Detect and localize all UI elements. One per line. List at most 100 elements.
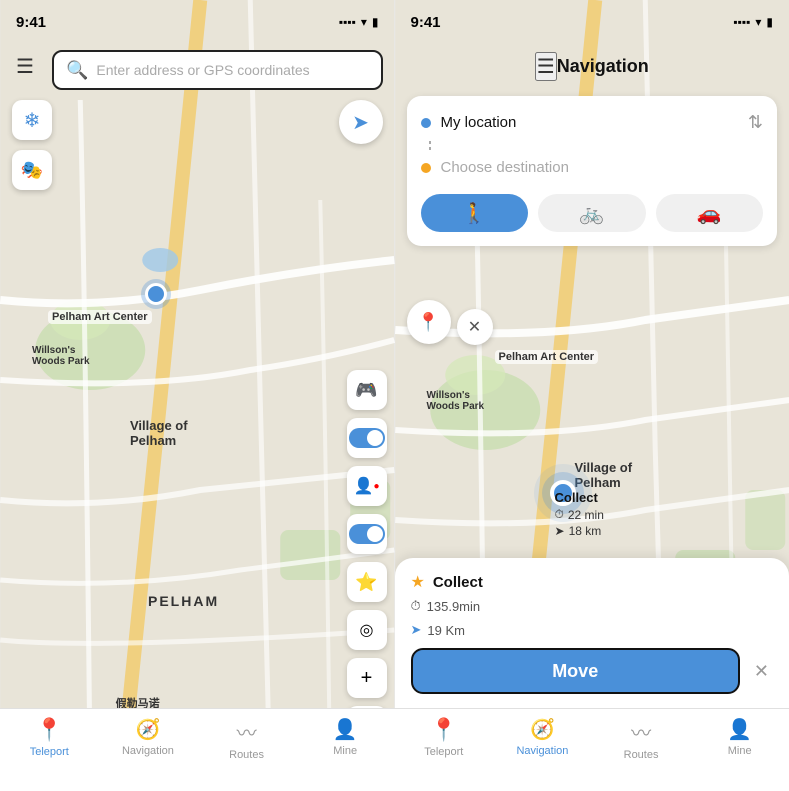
- location-type-button[interactable]: 🎭: [12, 150, 52, 190]
- tab-navigation-right[interactable]: 🧭 Navigation: [493, 717, 592, 757]
- pin-float-button[interactable]: 📍: [407, 300, 451, 344]
- status-bar-right: 9:41 ▪▪▪▪ ▾ ▮: [395, 0, 789, 44]
- battery-icon: ▮: [372, 15, 379, 29]
- right-panel: Pelham Art Center Willson'sWoods Park Vi…: [395, 0, 789, 791]
- clock-icon: ⏱: [555, 507, 564, 522]
- star-button[interactable]: ⭐: [347, 562, 387, 602]
- tab-teleport-right[interactable]: 📍 Teleport: [395, 717, 494, 758]
- wifi-icon-right: ▾: [755, 15, 761, 29]
- origin-dot: [421, 118, 431, 128]
- bike-mode-button[interactable]: 🚲: [538, 194, 646, 232]
- move-button[interactable]: Move: [411, 648, 740, 694]
- connector: [425, 141, 764, 153]
- tab-mine-right[interactable]: 👤 Mine: [690, 717, 789, 757]
- collect-time-row: ⏱ 22 min: [555, 507, 604, 522]
- destination-input[interactable]: Choose destination: [441, 159, 569, 176]
- card-time: 135.9min: [427, 599, 480, 614]
- navigation-icon-right: 🧭: [530, 717, 555, 742]
- collect-time: 22 min: [568, 508, 604, 522]
- map-label-willsons: Willson'sWoods Park: [32, 345, 90, 367]
- card-time-icon: ⏱: [411, 598, 421, 614]
- collect-label: Collect: [555, 490, 604, 505]
- bottom-card: ★ Collect ⏱ 135.9min ➤ 19 Km Move ✕: [395, 558, 789, 708]
- car-mode-button[interactable]: 🚗: [656, 194, 764, 232]
- origin-input[interactable]: My location: [441, 114, 517, 131]
- mine-icon-right: 👤: [727, 717, 752, 742]
- user-location-dot: [145, 283, 167, 305]
- arrow-icon: ➤: [555, 524, 565, 538]
- tab-bar-left: 📍 Teleport 🧭 Navigation 〰 Routes 👤 Mine: [0, 708, 395, 791]
- gamepad-button[interactable]: 🎮: [347, 370, 387, 410]
- pin-icon: 📍: [417, 312, 439, 333]
- snowflake-icon: ❄: [24, 108, 41, 133]
- tab-routes-label-left: Routes: [229, 749, 264, 761]
- toggle-1[interactable]: [347, 418, 387, 458]
- tab-routes-left[interactable]: 〰 Routes: [197, 717, 296, 761]
- right-controls: 🎮 👤● ⭐ ◎ + −: [347, 370, 387, 746]
- tab-mine-label-left: Mine: [333, 745, 357, 757]
- status-bar-left: 9:41 ▪▪▪▪ ▾ ▮: [0, 0, 395, 44]
- left-panel: Pelham Art Center Willson'sWoods Park Vi…: [0, 0, 395, 791]
- origin-row[interactable]: My location ⇅: [421, 106, 764, 139]
- card-distance: 19 Km: [427, 623, 465, 638]
- map-label-pelham: PELHAM: [148, 593, 219, 609]
- destination-dot: [421, 163, 431, 173]
- signal-icon: ▪▪▪▪: [339, 15, 356, 29]
- collect-distance: 18 km: [569, 524, 602, 538]
- battery-icon-right: ▮: [766, 15, 773, 29]
- tab-bar-right: 📍 Teleport 🧭 Navigation 〰 Routes 👤 Mine: [395, 708, 789, 791]
- map-label-pelham-art: Pelham Art Center: [48, 310, 152, 324]
- close-icon-float: ✕: [468, 317, 481, 337]
- tab-teleport-label-left: Teleport: [30, 746, 69, 758]
- navigation-form: My location ⇅ Choose destination 🚶 🚲 🚗: [407, 96, 778, 246]
- mode-selector-container: 🚶 🚲 🚗: [421, 190, 764, 236]
- teleport-icon-left: 📍: [36, 717, 63, 743]
- routes-icon-right: 〰: [631, 717, 651, 746]
- wifi-icon: ▾: [361, 15, 367, 29]
- tab-routes-label-right: Routes: [624, 749, 659, 761]
- map-label-village: Village ofPelham: [130, 418, 188, 448]
- tab-navigation-left[interactable]: 🧭 Navigation: [99, 717, 198, 757]
- close-float-button[interactable]: ✕: [457, 309, 493, 345]
- card-collect-label: Collect: [433, 574, 483, 591]
- destination-row[interactable]: Choose destination: [421, 153, 764, 182]
- tab-teleport-label-right: Teleport: [424, 746, 463, 758]
- swap-icon[interactable]: ⇅: [748, 112, 763, 133]
- toggle-2[interactable]: [347, 514, 387, 554]
- search-icon: 🔍: [66, 60, 88, 81]
- hamburger-button-left[interactable]: ☰: [16, 54, 34, 79]
- status-icons-left: ▪▪▪▪ ▾ ▮: [339, 15, 379, 29]
- avatar-button[interactable]: 👤●: [347, 466, 387, 506]
- time-left: 9:41: [16, 14, 46, 31]
- status-icons-right: ▪▪▪▪ ▾ ▮: [733, 15, 773, 29]
- search-input[interactable]: Enter address or GPS coordinates: [96, 62, 309, 78]
- tab-teleport-left[interactable]: 📍 Teleport: [0, 717, 99, 758]
- card-close-button[interactable]: ✕: [750, 661, 773, 682]
- card-star-icon: ★: [411, 572, 425, 592]
- freeze-button[interactable]: ❄: [12, 100, 52, 140]
- collect-distance-row: ➤ 18 km: [555, 524, 604, 538]
- time-right: 9:41: [411, 14, 441, 31]
- tab-mine-left[interactable]: 👤 Mine: [296, 717, 395, 757]
- navigate-icon: ➤: [352, 110, 369, 135]
- compass-button-left[interactable]: ➤: [339, 100, 383, 144]
- map-label-willsons-right: Willson'sWoods Park: [427, 390, 485, 412]
- search-bar[interactable]: 🔍 Enter address or GPS coordinates: [52, 50, 383, 90]
- target-button[interactable]: ◎: [347, 610, 387, 650]
- routes-icon-left: 〰: [237, 717, 257, 746]
- tab-routes-right[interactable]: 〰 Routes: [592, 717, 691, 761]
- map-label-pelham-art-right: Pelham Art Center: [495, 350, 599, 364]
- card-nav-icon: ➤: [411, 622, 422, 638]
- navigation-icon-left: 🧭: [135, 717, 160, 742]
- teleport-icon-right: 📍: [430, 717, 457, 743]
- zoom-in-button[interactable]: +: [347, 658, 387, 698]
- nav-title: Navigation: [557, 56, 649, 77]
- signal-icon-right: ▪▪▪▪: [733, 15, 750, 29]
- nav-header: ☰ Navigation: [395, 44, 789, 88]
- location-icon: 🎭: [21, 160, 43, 181]
- hamburger-button-right[interactable]: ☰: [535, 52, 557, 81]
- mine-icon-left: 👤: [333, 717, 358, 742]
- walk-mode-button[interactable]: 🚶: [421, 194, 529, 232]
- tab-mine-label-right: Mine: [728, 745, 752, 757]
- tab-navigation-label-right: Navigation: [516, 745, 568, 757]
